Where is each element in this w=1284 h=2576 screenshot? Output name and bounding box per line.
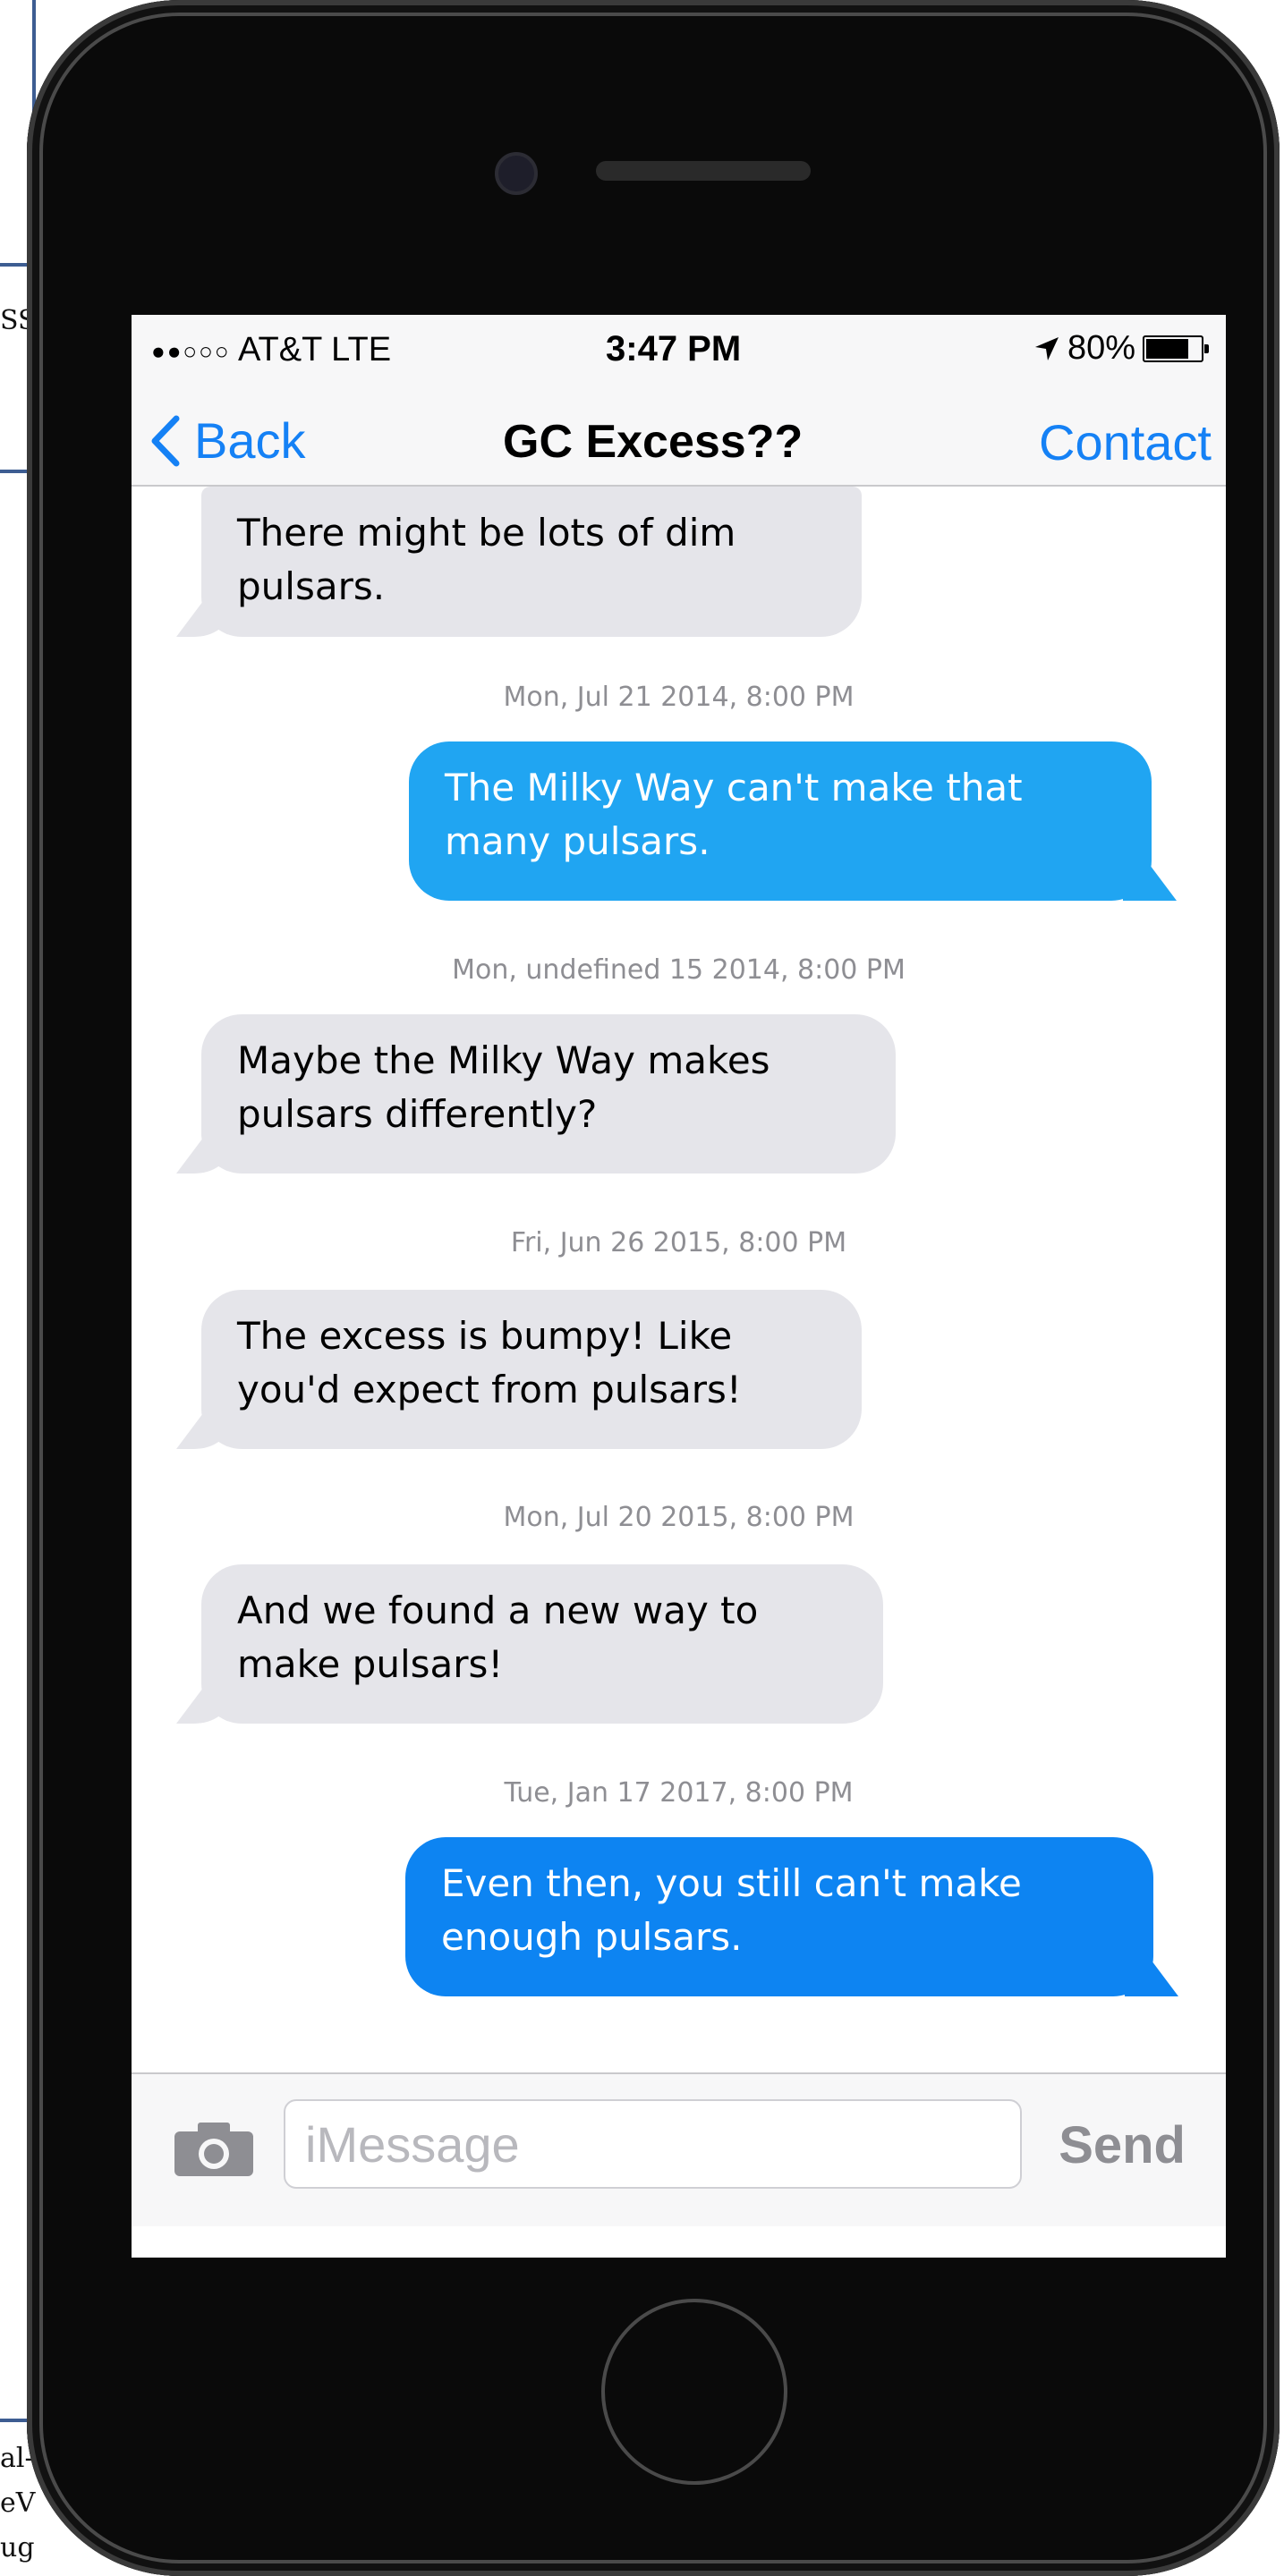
back-button[interactable]: Back bbox=[149, 411, 306, 470]
camera-icon[interactable] bbox=[173, 2121, 255, 2178]
message-input-bar: iMessage Send bbox=[132, 2072, 1226, 2226]
front-camera bbox=[495, 152, 538, 195]
message-timestamp: Mon, Jul 20 2015, 8:00 PM bbox=[503, 1502, 855, 1533]
message-timestamp: Mon, Jul 21 2014, 8:00 PM bbox=[503, 682, 855, 713]
message-timestamp: Tue, Jan 17 2017, 8:00 PM bbox=[504, 1777, 854, 1809]
phone-screen: ●●○○○ AT&T LTE 3:47 PM 80% Back GC Exces… bbox=[132, 315, 1226, 2258]
signal-strength-icon: ●●○○○ bbox=[151, 337, 231, 365]
message-bubble-received[interactable]: There might be lots of dim pulsars. bbox=[201, 487, 862, 637]
chevron-left-icon bbox=[151, 415, 180, 466]
message-bubble-received[interactable]: Maybe the Milky Way makes pulsars differ… bbox=[201, 1014, 896, 1174]
message-bubble-received[interactable]: The excess is bumpy! Like you'd expect f… bbox=[201, 1290, 862, 1449]
message-timestamp: Mon, undefined 15 2014, 8:00 PM bbox=[452, 954, 906, 986]
message-bubble-sent[interactable]: Even then, you still can't make enough p… bbox=[405, 1837, 1153, 1996]
message-bubble-sent[interactable]: The Milky Way can't make that many pulsa… bbox=[409, 741, 1152, 901]
carrier-name: AT&T LTE bbox=[238, 331, 392, 369]
carrier-info: ●●○○○ AT&T LTE bbox=[151, 331, 391, 369]
send-button[interactable]: Send bbox=[1059, 2115, 1186, 2175]
message-timestamp: Fri, Jun 26 2015, 8:00 PM bbox=[510, 1227, 847, 1258]
back-label: Back bbox=[194, 412, 306, 469]
home-button[interactable] bbox=[601, 2299, 787, 2485]
status-time: 3:47 PM bbox=[606, 329, 742, 369]
paper-text-line: eV bbox=[0, 2487, 36, 2519]
status-right: 80% bbox=[1033, 329, 1209, 368]
earpiece-speaker bbox=[596, 161, 811, 181]
battery-icon bbox=[1143, 335, 1209, 362]
conversation-title: GC Excess?? bbox=[503, 416, 804, 468]
battery-fill bbox=[1146, 338, 1189, 359]
status-bar: ●●○○○ AT&T LTE 3:47 PM 80% bbox=[132, 315, 1226, 386]
contact-button[interactable]: Contact bbox=[1039, 413, 1212, 471]
battery-percent: 80% bbox=[1067, 329, 1135, 367]
message-bubble-received[interactable]: And we found a new way to make pulsars! bbox=[201, 1564, 883, 1724]
message-thread[interactable]: There might be lots of dim pulsars. Mon,… bbox=[132, 487, 1226, 2065]
navigation-bar: Back GC Excess?? Contact bbox=[132, 386, 1226, 487]
location-arrow-icon bbox=[1034, 336, 1059, 360]
imessage-input[interactable]: iMessage bbox=[284, 2099, 1022, 2189]
paper-text-line: ug bbox=[0, 2532, 35, 2563]
